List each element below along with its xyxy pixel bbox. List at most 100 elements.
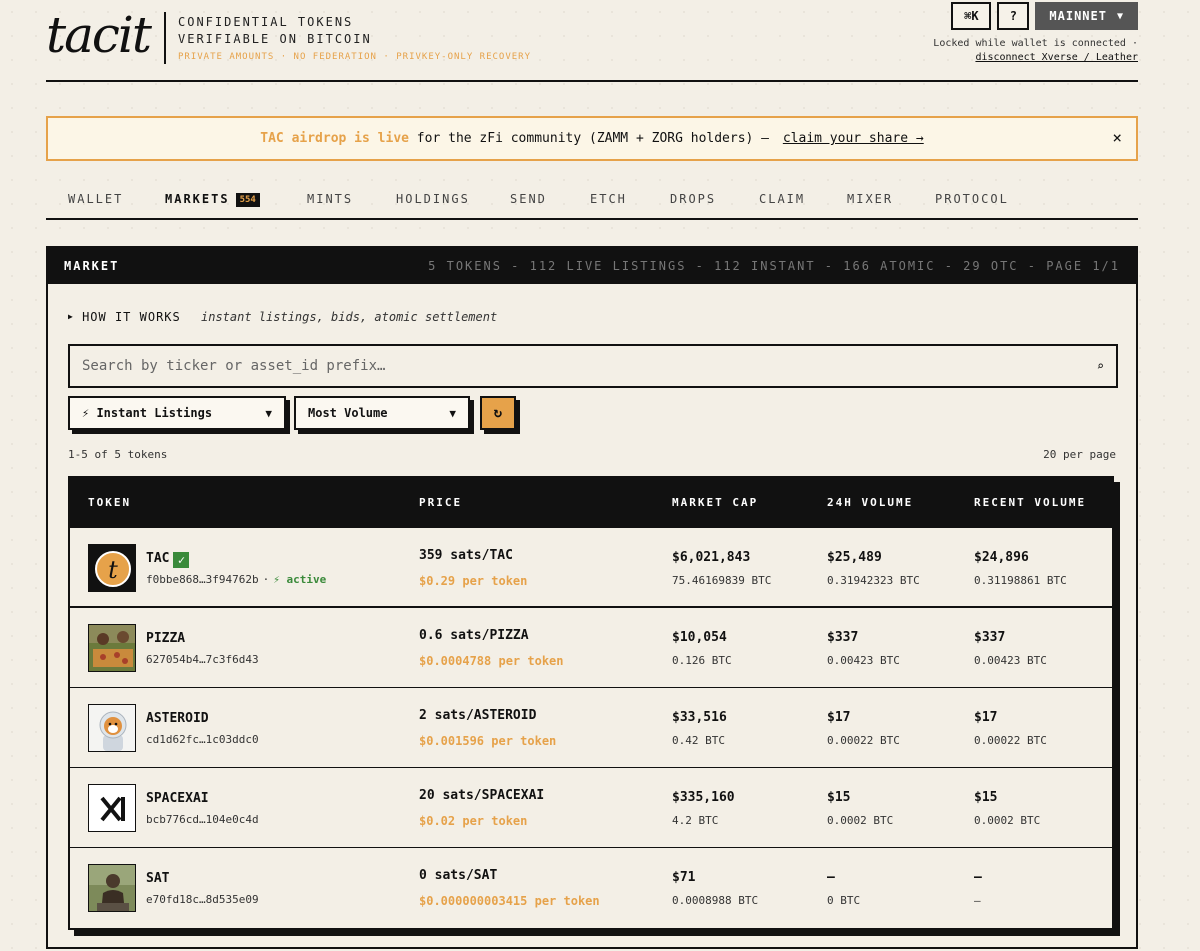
spacexai-token-icon <box>88 784 136 832</box>
volume-24h-btc: 0.0002 BTC <box>827 814 894 827</box>
markets-count-badge: 554 <box>235 193 260 207</box>
per-page-select[interactable]: 20 per page <box>1043 448 1116 461</box>
token-ticker: SPACEXAI <box>146 791 209 806</box>
volume-24h-btc: 0 BTC <box>827 894 861 907</box>
market-cap-usd: $71 <box>672 870 696 885</box>
sort-select[interactable]: Most Volume ▼ <box>294 396 470 430</box>
table-row[interactable]: ASTEROID cd1d62fc…1c03ddc0 2 sats/ASTERO… <box>70 688 1112 768</box>
tab-holdings[interactable]: HOLDINGS <box>396 180 470 206</box>
price-usd: $0.29 per token <box>419 574 528 588</box>
search-box: ⌕ <box>68 344 1118 388</box>
lock-note: Locked while wallet is connected · disco… <box>933 37 1138 65</box>
refresh-button[interactable]: ↻ <box>480 396 516 430</box>
col-price[interactable]: PRICE <box>419 496 462 509</box>
tab-mints[interactable]: MINTS <box>307 180 353 206</box>
token-asset-id: cd1d62fc…1c03ddc0 <box>146 733 259 746</box>
token-ticker: TAC ✓ <box>146 551 190 568</box>
price-usd: $0.02 per token <box>419 814 528 828</box>
market-cap-usd: $33,516 <box>672 710 727 725</box>
status-badge: ⚡ active <box>273 573 327 586</box>
search-icon[interactable]: ⌕ <box>1097 359 1104 373</box>
tab-claim[interactable]: CLAIM <box>759 180 805 206</box>
listing-filter-value: ⚡ Instant Listings <box>82 406 213 420</box>
how-it-works-toggle[interactable]: ▶ HOW IT WORKS instant listings, bids, a… <box>68 310 497 324</box>
app-header: tacit CONFIDENTIAL TOKENS VERIFIABLE ON … <box>46 0 1138 82</box>
tab-wallet[interactable]: WALLET <box>68 180 123 206</box>
col-24h-volume[interactable]: 24H VOLUME <box>827 496 913 509</box>
tagline-line-1: CONFIDENTIAL TOKENS <box>178 15 354 29</box>
network-label: MAINNET <box>1049 9 1107 23</box>
price-sats: 20 sats/SPACEXAI <box>419 788 545 803</box>
banner-highlight: TAC airdrop is live <box>260 131 409 146</box>
table-row[interactable]: SPACEXAI bcb776cd…104e0c4d 20 sats/SPACE… <box>70 768 1112 848</box>
token-ticker-text: TAC <box>146 551 170 566</box>
main-nav: WALLET MARKETS 554 MINTS HOLDINGS SEND ET… <box>46 180 1138 220</box>
listing-filter-select[interactable]: ⚡ Instant Listings ▼ <box>68 396 286 430</box>
price-sats: 0 sats/SAT <box>419 868 498 883</box>
volume-24h-btc: 0.31942323 BTC <box>827 574 920 587</box>
recent-volume-usd: — <box>974 870 982 885</box>
col-market-cap[interactable]: MARKET CAP <box>672 496 758 509</box>
lock-note-text: Locked while wallet is connected · <box>933 38 1138 49</box>
price-sats: 2 sats/ASTEROID <box>419 708 537 723</box>
col-token[interactable]: TOKEN <box>88 496 131 509</box>
svg-text:t: t <box>108 556 118 584</box>
pizza-token-icon <box>88 624 136 672</box>
network-select[interactable]: MAINNET ▼ <box>1035 2 1138 30</box>
table-row[interactable]: PIZZA 627054b4…7c3f6d43 0.6 sats/PIZZA $… <box>70 608 1112 688</box>
tab-protocol[interactable]: PROTOCOL <box>935 180 1009 206</box>
volume-24h-btc: 0.00022 BTC <box>827 734 900 747</box>
asteroid-token-icon <box>88 704 136 752</box>
token-asset-id: bcb776cd…104e0c4d <box>146 813 259 826</box>
chevron-down-icon: ▼ <box>265 406 272 420</box>
tab-markets-label: MARKETS <box>165 192 230 206</box>
table-header: TOKEN PRICE MARKET CAP 24H VOLUME RECENT… <box>70 478 1112 528</box>
market-stats: 5 TOKENS - 112 LIVE LISTINGS - 112 INSTA… <box>428 259 1120 273</box>
price-usd: $0.000000003415 per token <box>419 894 600 908</box>
market-cap-usd: $335,160 <box>672 790 735 805</box>
chevron-down-icon: ▼ <box>449 406 456 420</box>
logo[interactable]: tacit <box>46 6 152 64</box>
market-cap-usd: $6,021,843 <box>672 550 751 565</box>
recent-volume-usd: $337 <box>974 630 1006 645</box>
recent-volume-usd: $24,896 <box>974 550 1029 565</box>
tab-etch[interactable]: ETCH <box>590 180 627 206</box>
recent-volume-btc: 0.00022 BTC <box>974 734 1047 747</box>
claim-share-link[interactable]: claim your share → <box>783 131 924 146</box>
logo-divider <box>164 12 166 64</box>
price-usd: $0.0004788 per token <box>419 654 564 668</box>
col-recent-volume[interactable]: RECENT VOLUME <box>974 496 1086 509</box>
search-input[interactable] <box>82 358 1097 374</box>
volume-24h-usd: $15 <box>827 790 851 805</box>
table-row[interactable]: t TAC ✓ f0bbe868…3f94762b · ⚡ active 359 sa… <box>70 528 1112 608</box>
help-button[interactable]: ? <box>997 2 1030 30</box>
token-asset-id: 627054b4…7c3f6d43 <box>146 653 259 666</box>
market-panel: MARKET 5 TOKENS - 112 LIVE LISTINGS - 11… <box>46 246 1138 949</box>
tab-send[interactable]: SEND <box>510 180 547 206</box>
volume-24h-usd: $17 <box>827 710 851 725</box>
verified-icon: ✓ <box>173 552 190 568</box>
market-cap-btc: 75.46169839 BTC <box>672 574 772 587</box>
market-title: MARKET <box>64 259 120 273</box>
table-row[interactable]: SAT e70fd18c…8d535e09 0 sats/SAT $0.0000… <box>70 848 1112 928</box>
token-table: TOKEN PRICE MARKET CAP 24H VOLUME RECENT… <box>68 476 1114 930</box>
banner-text: for the zFi community (ZAMM + ZORG holde… <box>408 131 777 146</box>
triangle-right-icon: ▶ <box>68 312 74 321</box>
market-cap-usd: $10,054 <box>672 630 727 645</box>
token-ticker: ASTEROID <box>146 711 209 726</box>
market-cap-btc: 4.2 BTC <box>672 814 719 827</box>
price-sats: 359 sats/TAC <box>419 548 513 563</box>
market-cap-btc: 0.0008988 BTC <box>672 894 759 907</box>
tac-token-icon: t <box>88 544 136 592</box>
close-icon[interactable]: × <box>1112 128 1122 147</box>
tab-drops[interactable]: DROPS <box>670 180 716 206</box>
result-count: 1-5 of 5 tokens <box>68 448 168 461</box>
sort-value: Most Volume <box>308 406 388 420</box>
disconnect-link[interactable]: disconnect Xverse / Leather <box>975 52 1138 63</box>
volume-24h-usd: $337 <box>827 630 859 645</box>
tab-markets[interactable]: MARKETS 554 <box>165 180 260 207</box>
command-palette-button[interactable]: ⌘K <box>951 2 992 30</box>
tab-mixer[interactable]: MIXER <box>847 180 893 206</box>
tagline: CONFIDENTIAL TOKENS VERIFIABLE ON BITCOI… <box>178 14 531 62</box>
market-cap-btc: 0.126 BTC <box>672 654 732 667</box>
